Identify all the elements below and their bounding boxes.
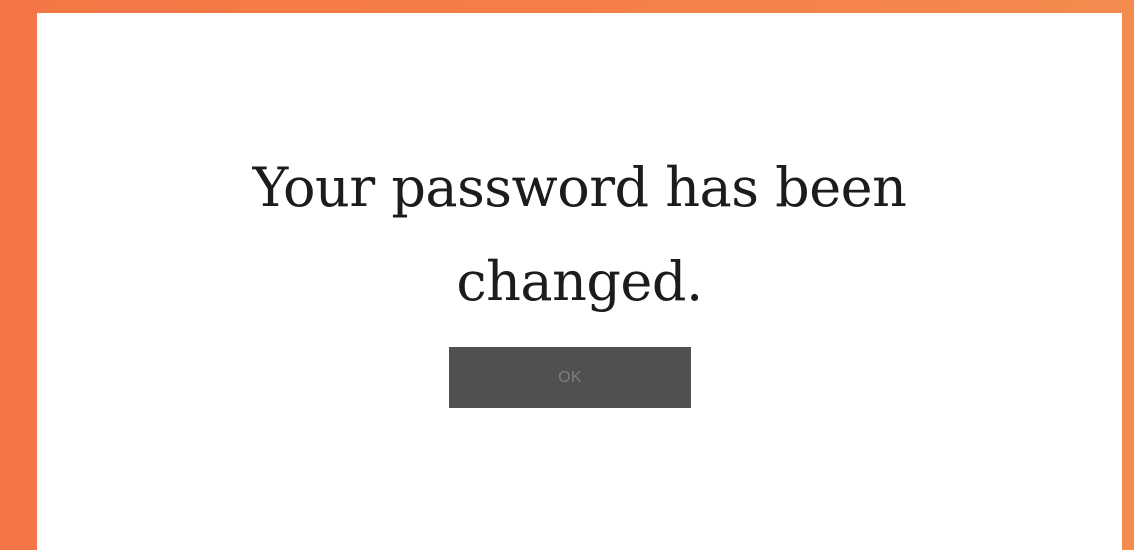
confirmation-message-line-2: changed.	[456, 250, 703, 313]
confirmation-message-line-1: Your password has been	[252, 156, 907, 219]
confirmation-message: Your password has been changed.	[37, 141, 1122, 329]
dialog-card: Your password has been changed. OK	[37, 13, 1122, 550]
ok-button[interactable]: OK	[449, 347, 691, 408]
